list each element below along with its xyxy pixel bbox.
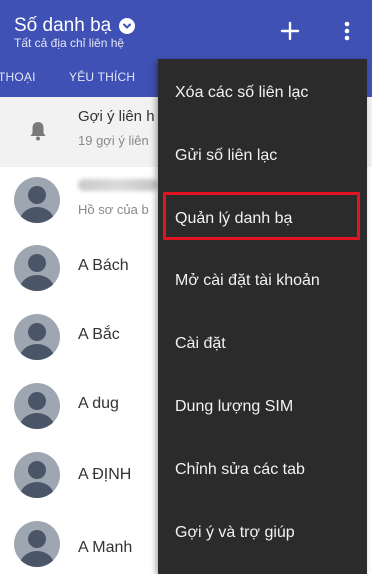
page-title: Số danh bạ xyxy=(14,15,112,36)
menu-item-delete-contacts[interactable]: Xóa các số liên lạc xyxy=(158,61,367,124)
bell-icon xyxy=(30,122,46,141)
profile-name-blurred xyxy=(78,179,158,191)
avatar xyxy=(14,177,60,223)
avatar xyxy=(14,383,60,429)
add-contact-button[interactable] xyxy=(277,18,303,44)
menu-item-send-contacts[interactable]: Gửi số liên lạc xyxy=(158,124,367,187)
menu-item-account-settings[interactable]: Mở cài đặt tài khoản xyxy=(158,249,367,312)
contact-name: A ĐỊNH xyxy=(78,466,132,483)
contact-name: A Bắc xyxy=(78,326,120,343)
avatar xyxy=(14,314,60,360)
more-options-button[interactable] xyxy=(336,18,358,44)
tab-favorites[interactable]: YÊU THÍCH xyxy=(69,70,135,84)
suggestions-subtitle: 19 gợi ý liên xyxy=(78,133,149,148)
avatar xyxy=(14,452,60,498)
account-filter-subtitle: Tất cả địa chỉ liên hệ xyxy=(14,36,125,50)
highlight-box xyxy=(163,192,360,240)
tab-calls[interactable]: THOẠI xyxy=(0,70,36,84)
avatar xyxy=(14,245,60,291)
plus-icon xyxy=(280,21,300,41)
avatar xyxy=(14,521,60,567)
overflow-menu: Xóa các số liên lạc Gửi số liên lạc Quản… xyxy=(158,59,367,574)
suggestions-title: Gợi ý liên h xyxy=(78,108,155,125)
profile-subtitle: Hồ sơ của b xyxy=(78,202,149,217)
contact-name: A Bách xyxy=(78,257,129,274)
menu-item-help[interactable]: Gợi ý và trợ giúp xyxy=(158,501,367,564)
contact-name: A dug xyxy=(78,395,119,412)
chevron-down-icon[interactable] xyxy=(119,18,136,34)
title-row[interactable]: Số danh bạ xyxy=(14,15,136,37)
contact-name: A Manh xyxy=(78,539,133,556)
menu-item-settings[interactable]: Cài đặt xyxy=(158,312,367,375)
more-vert-icon xyxy=(344,21,350,41)
menu-item-sim-capacity[interactable]: Dung lượng SIM xyxy=(158,375,367,438)
menu-item-edit-tabs[interactable]: Chỉnh sửa các tab xyxy=(158,438,367,501)
